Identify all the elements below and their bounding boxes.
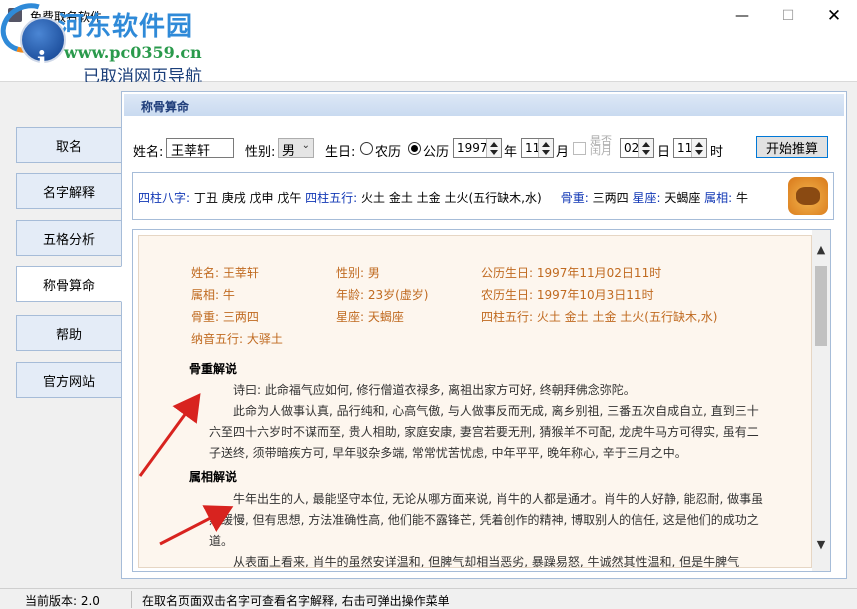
- name-label: 姓名:: [133, 145, 164, 160]
- info-age: 年龄: 23岁(虚岁): [336, 288, 429, 302]
- panel-header: 称骨算命: [124, 94, 844, 116]
- status-bar: 当前版本: 2.0 在取名页面双击名字可查看名字解释, 右击可弹出操作菜单: [0, 588, 857, 609]
- month-unit: 月: [556, 145, 570, 160]
- status-divider: [131, 591, 132, 608]
- start-calc-button[interactable]: 开始推算: [756, 136, 828, 158]
- leap-month-label: 是否闰月: [590, 134, 612, 157]
- result-document: 姓名: 王莘轩 性别: 男 公历生日: 1997年11月02日11时 属相: 牛…: [138, 235, 812, 568]
- bazi-value: 丁丑 庚戌 戊申 戊午: [193, 191, 302, 205]
- bone-paragraph: 此命为人做事认真, 品行纯和, 心高气傲, 与人做事反而无成, 离乡别祖, 三番…: [209, 404, 759, 460]
- scroll-thumb[interactable]: [815, 266, 827, 346]
- info-bone: 骨重: 三两四: [191, 310, 259, 324]
- nav-item-help[interactable]: 帮助: [16, 315, 122, 351]
- chevron-down-icon: ⌄: [301, 140, 310, 151]
- spin-up-icon: [695, 142, 703, 147]
- leap-month-checkbox[interactable]: [573, 142, 586, 155]
- info-lunar-birth: 农历生日: 1997年10月3日11时: [481, 288, 654, 302]
- spin-up-icon: [642, 142, 650, 147]
- day-spinner[interactable]: 02: [620, 138, 654, 158]
- nav-item-name-explain[interactable]: 名字解释: [16, 173, 122, 209]
- birthday-label: 生日:: [325, 145, 356, 160]
- spin-down-icon: [695, 150, 703, 155]
- star-value: 天蝎座: [664, 191, 701, 205]
- info-star: 星座: 天蝎座: [336, 310, 404, 324]
- bone-poem: 诗曰: 此命福气应如何, 修行僧道衣禄多, 离祖出家方可好, 终朝拜佛念弥陀。: [233, 383, 636, 397]
- nav-item-website[interactable]: 官方网站: [16, 362, 122, 398]
- info-gender: 性别: 男: [336, 266, 380, 280]
- year-unit: 年: [504, 145, 518, 160]
- gender-value: 男: [282, 144, 296, 159]
- summary-box: 四柱八字: 丁丑 庚戌 戊申 戊午 四柱五行: 火土 金土 土金 土火(五行缺木…: [132, 172, 834, 220]
- year-spin-buttons[interactable]: [486, 139, 501, 157]
- spin-up-icon: [490, 142, 498, 147]
- nav-item-chenggu[interactable]: 称骨算命: [16, 266, 122, 302]
- watermark-url: www.pc0359.cn: [64, 43, 202, 62]
- gender-label: 性别:: [245, 145, 276, 160]
- info-nayin: 纳音五行: 大驿土: [191, 332, 283, 346]
- minimize-button[interactable]: —: [719, 0, 765, 31]
- day-unit: 日: [657, 145, 671, 160]
- zodiac-section-title: 属相解说: [189, 470, 238, 484]
- nav-item-wuge[interactable]: 五格分析: [16, 220, 122, 256]
- status-hint: 在取名页面双击名字可查看名字解释, 右击可弹出操作菜单: [142, 594, 450, 608]
- ox-icon: [788, 177, 828, 215]
- day-value: 02: [624, 141, 640, 155]
- gender-select[interactable]: 男 ⌄: [278, 138, 314, 159]
- wuxing-label: 四柱五行:: [305, 191, 358, 205]
- close-button[interactable]: ✕: [811, 0, 857, 31]
- vertical-scrollbar[interactable]: ▲ ▼: [812, 230, 830, 571]
- detail-view[interactable]: 姓名: 王莘轩 性别: 男 公历生日: 1997年11月02日11时 属相: 牛…: [132, 229, 831, 572]
- scroll-down-icon[interactable]: ▼: [812, 535, 830, 553]
- zodiac-value: 牛: [736, 191, 749, 205]
- spin-down-icon: [542, 150, 550, 155]
- watermark-text: 河东软件园: [58, 12, 194, 42]
- hour-spin-buttons[interactable]: [691, 139, 706, 157]
- info-solar-birth: 公历生日: 1997年11月02日11时: [481, 266, 662, 280]
- info-name: 姓名: 王莘轩: [191, 266, 259, 280]
- panel-title: 称骨算命: [141, 100, 190, 114]
- star-label: 星座:: [632, 191, 661, 205]
- year-spinner[interactable]: 1997: [453, 138, 502, 158]
- spin-down-icon: [490, 150, 498, 155]
- version-text: 当前版本: 2.0: [25, 594, 100, 608]
- bone-section-title: 骨重解说: [189, 362, 238, 376]
- lunar-label: 农历: [375, 145, 402, 160]
- wuxing-value: 火土 金土 土金 土火(五行缺木,水): [361, 191, 542, 205]
- day-spin-buttons[interactable]: [638, 139, 653, 157]
- info-wuxing: 四柱五行: 火土 金土 土金 土火(五行缺木,水): [481, 310, 718, 324]
- bazi-label: 四柱八字:: [138, 191, 191, 205]
- nav-item-naming[interactable]: 取名: [16, 127, 122, 163]
- zodiac-paragraph-2: 从表面上看来, 肖牛的虽然安详温和, 但脾气却相当恶劣, 暴躁易怒, 牛诚然其性…: [233, 555, 740, 568]
- month-spin-buttons[interactable]: [538, 139, 553, 157]
- maximize-button[interactable]: ☐: [765, 0, 811, 31]
- solar-label: 公历: [423, 145, 450, 160]
- info-logo-letter: i: [37, 47, 47, 77]
- info-zodiac: 属相: 牛: [191, 288, 235, 302]
- year-value: 1997: [457, 141, 488, 155]
- scroll-up-icon[interactable]: ▲: [812, 240, 830, 258]
- spin-down-icon: [642, 150, 650, 155]
- name-input[interactable]: 王莘轩: [166, 138, 234, 159]
- zodiac-paragraph: 牛年出生的人, 最能坚守本位, 无论从哪方面来说, 肖牛的人都是通才。肖牛的人好…: [209, 492, 764, 548]
- summary-line: 四柱八字: 丁丑 庚戌 戊申 戊午 四柱五行: 火土 金土 土金 土火(五行缺木…: [138, 189, 748, 206]
- spin-up-icon: [542, 142, 550, 147]
- hour-value: 11: [677, 141, 693, 155]
- month-spinner[interactable]: 11: [521, 138, 554, 158]
- hour-unit: 时: [710, 145, 724, 160]
- solar-radio[interactable]: [408, 142, 421, 155]
- zodiac-label: 属相:: [704, 191, 733, 205]
- lunar-radio[interactable]: [360, 142, 373, 155]
- hour-spinner[interactable]: 11: [673, 138, 707, 158]
- bone-label: 骨重:: [560, 191, 589, 205]
- bone-value: 三两四: [592, 191, 629, 205]
